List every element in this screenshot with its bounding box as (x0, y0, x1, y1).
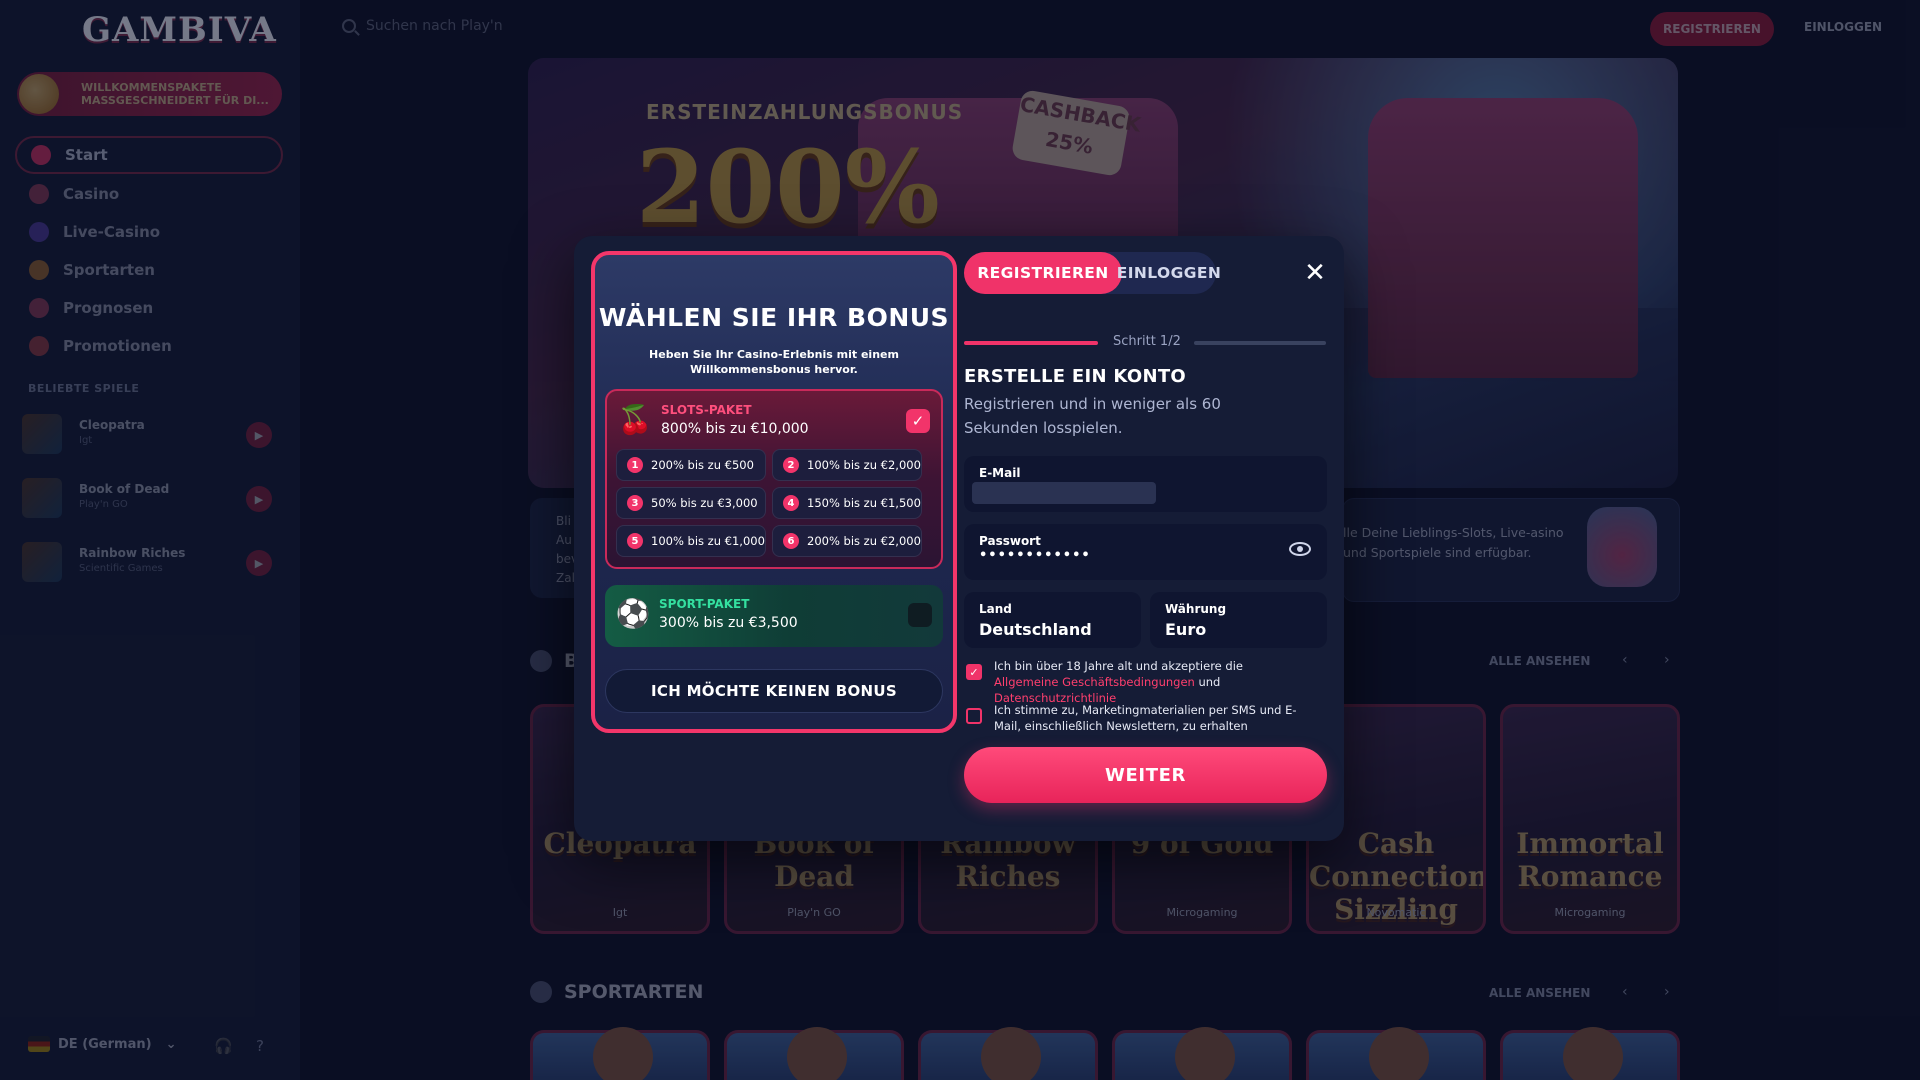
terms-checkbox-row: ✓ Ich bin über 18 Jahre alt und akzeptie… (964, 658, 1304, 706)
terms-checkbox[interactable]: ✓ (966, 664, 982, 680)
password-value: •••••••••••• (979, 548, 1091, 563)
terms-text: Ich bin über 18 Jahre alt und akzeptiere… (994, 659, 1243, 705)
step-progress: Schritt 1/2 (964, 334, 1326, 358)
bonus-tier: 4 150% bis zu €1,500 (772, 487, 922, 519)
tier-number: 3 (627, 495, 643, 511)
tier-number: 1 (627, 457, 643, 473)
tier-label: 50% bis zu €3,000 (651, 496, 758, 510)
bonus-tier: 2 100% bis zu €2,000 (772, 449, 922, 481)
tier-number: 2 (783, 457, 799, 473)
tier-label: 200% bis zu €2,000 (807, 534, 921, 548)
eye-icon[interactable] (1289, 542, 1311, 556)
tier-label: 200% bis zu €500 (651, 458, 754, 472)
tab-login[interactable]: EINLOGGEN (1117, 252, 1221, 294)
no-bonus-button[interactable]: ICH MÖCHTE KEINEN BONUS (605, 669, 943, 713)
email-field[interactable]: E-Mail (964, 456, 1327, 512)
continue-button[interactable]: WEITER (964, 747, 1327, 803)
country-label: Land (979, 602, 1012, 616)
tier-label: 100% bis zu €2,000 (807, 458, 921, 472)
marketing-checkbox-row: Ich stimme zu, Marketingmaterialien per … (964, 702, 1304, 734)
email-value (972, 482, 1156, 504)
package-checkbox-unchecked[interactable] (908, 603, 932, 627)
package-name: SLOTS-PAKET (661, 403, 752, 417)
bonus-tier: 5 100% bis zu €1,000 (616, 525, 766, 557)
marketing-text: Ich stimme zu, Marketingmaterialien per … (994, 703, 1297, 733)
tier-number: 5 (627, 533, 643, 549)
package-name: SPORT-PAKET (659, 597, 750, 611)
form-title: ERSTELLE EIN KONTO (964, 366, 1187, 387)
terms-link[interactable]: Allgemeine Geschäftsbedingungen (994, 675, 1195, 689)
registration-modal: WÄHLEN SIE IHR BONUS Heben Sie Ihr Casin… (574, 236, 1344, 841)
bonus-subtitle: Heben Sie Ihr Casino-Erlebnis mit einem … (649, 348, 899, 376)
cherry-icon: 🍒 (617, 402, 653, 436)
package-value: 300% bis zu €3,500 (659, 615, 798, 631)
bonus-tier: 3 50% bis zu €3,000 (616, 487, 766, 519)
step-progress-filled (964, 341, 1098, 345)
tier-number: 6 (783, 533, 799, 549)
country-value: Deutschland (979, 620, 1092, 639)
marketing-checkbox[interactable] (966, 708, 982, 724)
bonus-selection-panel: WÄHLEN SIE IHR BONUS Heben Sie Ihr Casin… (591, 251, 957, 733)
currency-label: Währung (1165, 602, 1227, 616)
slots-package-option[interactable]: 🍒 SLOTS-PAKET 800% bis zu €10,000 ✓ 1 20… (605, 389, 943, 569)
form-subtitle: Registrieren und in weniger als 60 Sekun… (964, 395, 1221, 437)
email-label: E-Mail (979, 466, 1021, 480)
country-select[interactable]: Land Deutschland (964, 592, 1141, 648)
package-value: 800% bis zu €10,000 (661, 421, 809, 437)
auth-tabs: REGISTRIEREN EINLOGGEN (964, 252, 1221, 294)
tier-number: 4 (783, 495, 799, 511)
bonus-tier: 1 200% bis zu €500 (616, 449, 766, 481)
sport-package-option[interactable]: ⚽ SPORT-PAKET 300% bis zu €3,500 (605, 585, 943, 647)
bonus-title: WÄHLEN SIE IHR BONUS (598, 303, 950, 332)
password-field[interactable]: Passwort •••••••••••• (964, 524, 1327, 580)
soccer-ball-icon: ⚽ (615, 596, 651, 630)
currency-value: Euro (1165, 620, 1207, 639)
package-checkbox-checked[interactable]: ✓ (906, 409, 930, 433)
tier-label: 150% bis zu €1,500 (807, 496, 921, 510)
tab-register[interactable]: REGISTRIEREN (964, 252, 1122, 294)
step-label: Schritt 1/2 (1113, 334, 1181, 349)
close-icon[interactable]: ✕ (1300, 258, 1330, 288)
password-label: Passwort (979, 534, 1041, 548)
bonus-tier: 6 200% bis zu €2,000 (772, 525, 922, 557)
step-progress-remaining (1194, 341, 1326, 345)
tier-label: 100% bis zu €1,000 (651, 534, 765, 548)
currency-select[interactable]: Währung Euro (1150, 592, 1327, 648)
